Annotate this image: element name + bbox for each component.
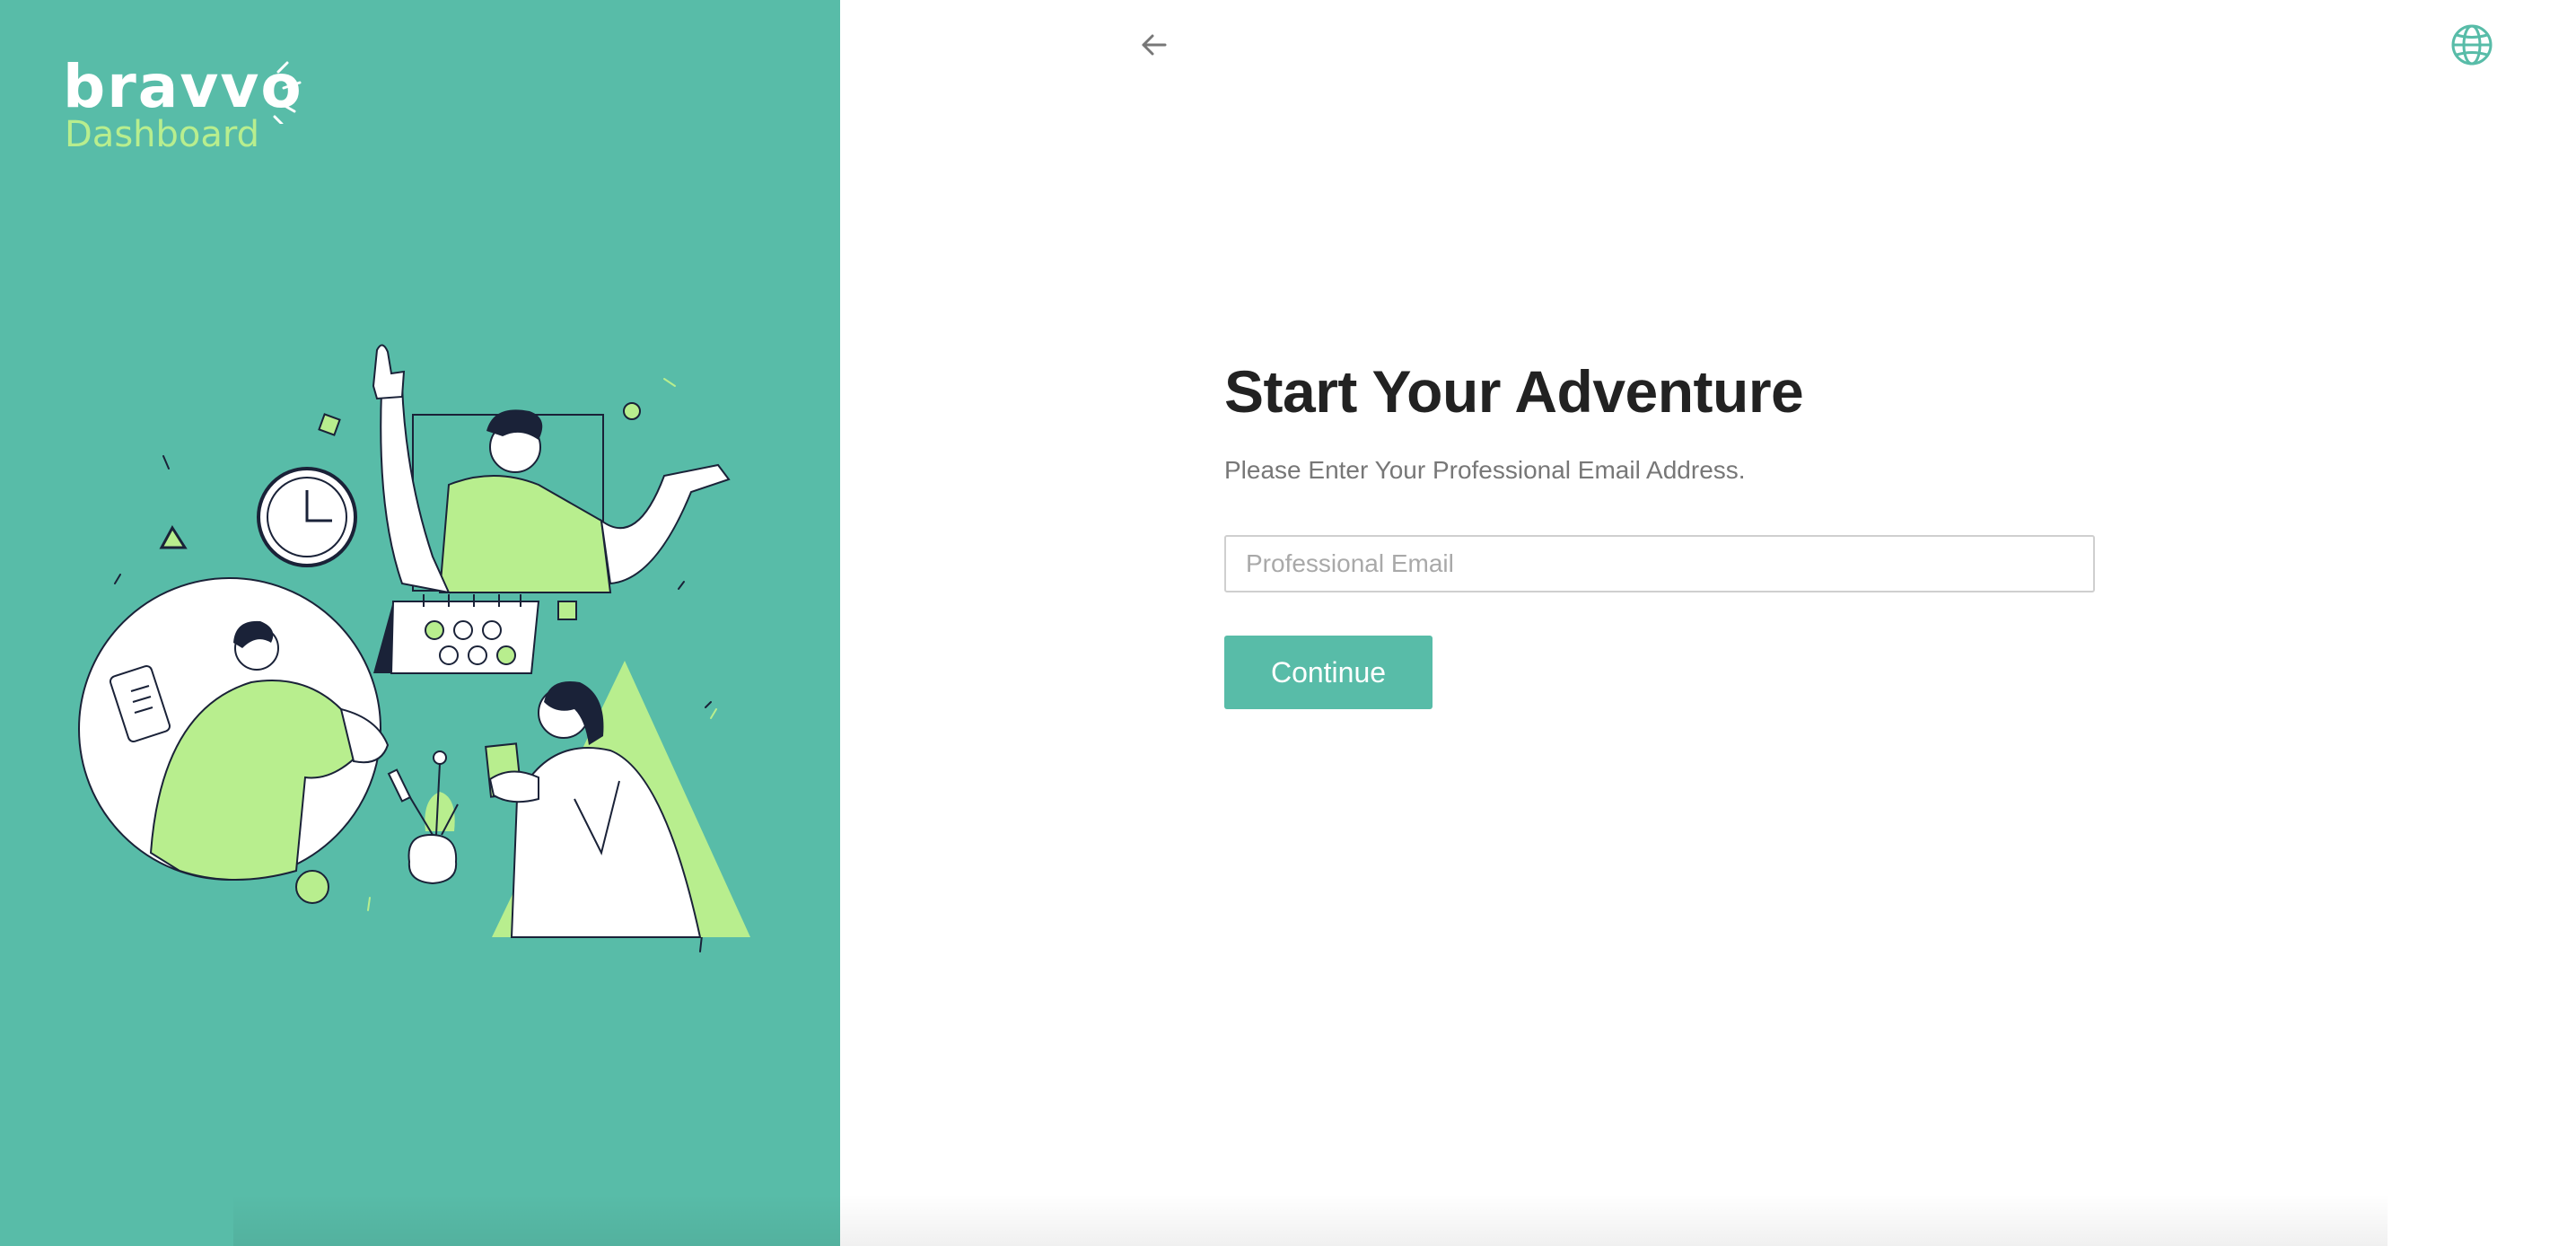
signup-page: bravvo Dashboard Start Your Adventure Pl…: [0, 0, 2576, 1246]
arrow-left-icon: [1142, 34, 1167, 56]
brand-panel: bravvo Dashboard: [0, 0, 840, 1246]
brand-subtitle: Dashboard: [65, 114, 260, 155]
email-field[interactable]: [1224, 535, 2095, 592]
back-button[interactable]: [1135, 25, 1174, 65]
signup-form: Start Your Adventure Please Enter Your P…: [1224, 355, 2104, 709]
globe-icon: [2451, 24, 2493, 66]
team-collaboration-illustration: [78, 344, 750, 952]
page-title: Start Your Adventure: [1224, 358, 1804, 425]
form-instructions: Please Enter Your Professional Email Add…: [1224, 456, 1746, 484]
language-button[interactable]: [2449, 22, 2495, 68]
continue-button[interactable]: Continue: [1224, 636, 1433, 709]
brand-logo: bravvo Dashboard: [63, 54, 314, 162]
logo-spark-icon: [273, 61, 302, 124]
